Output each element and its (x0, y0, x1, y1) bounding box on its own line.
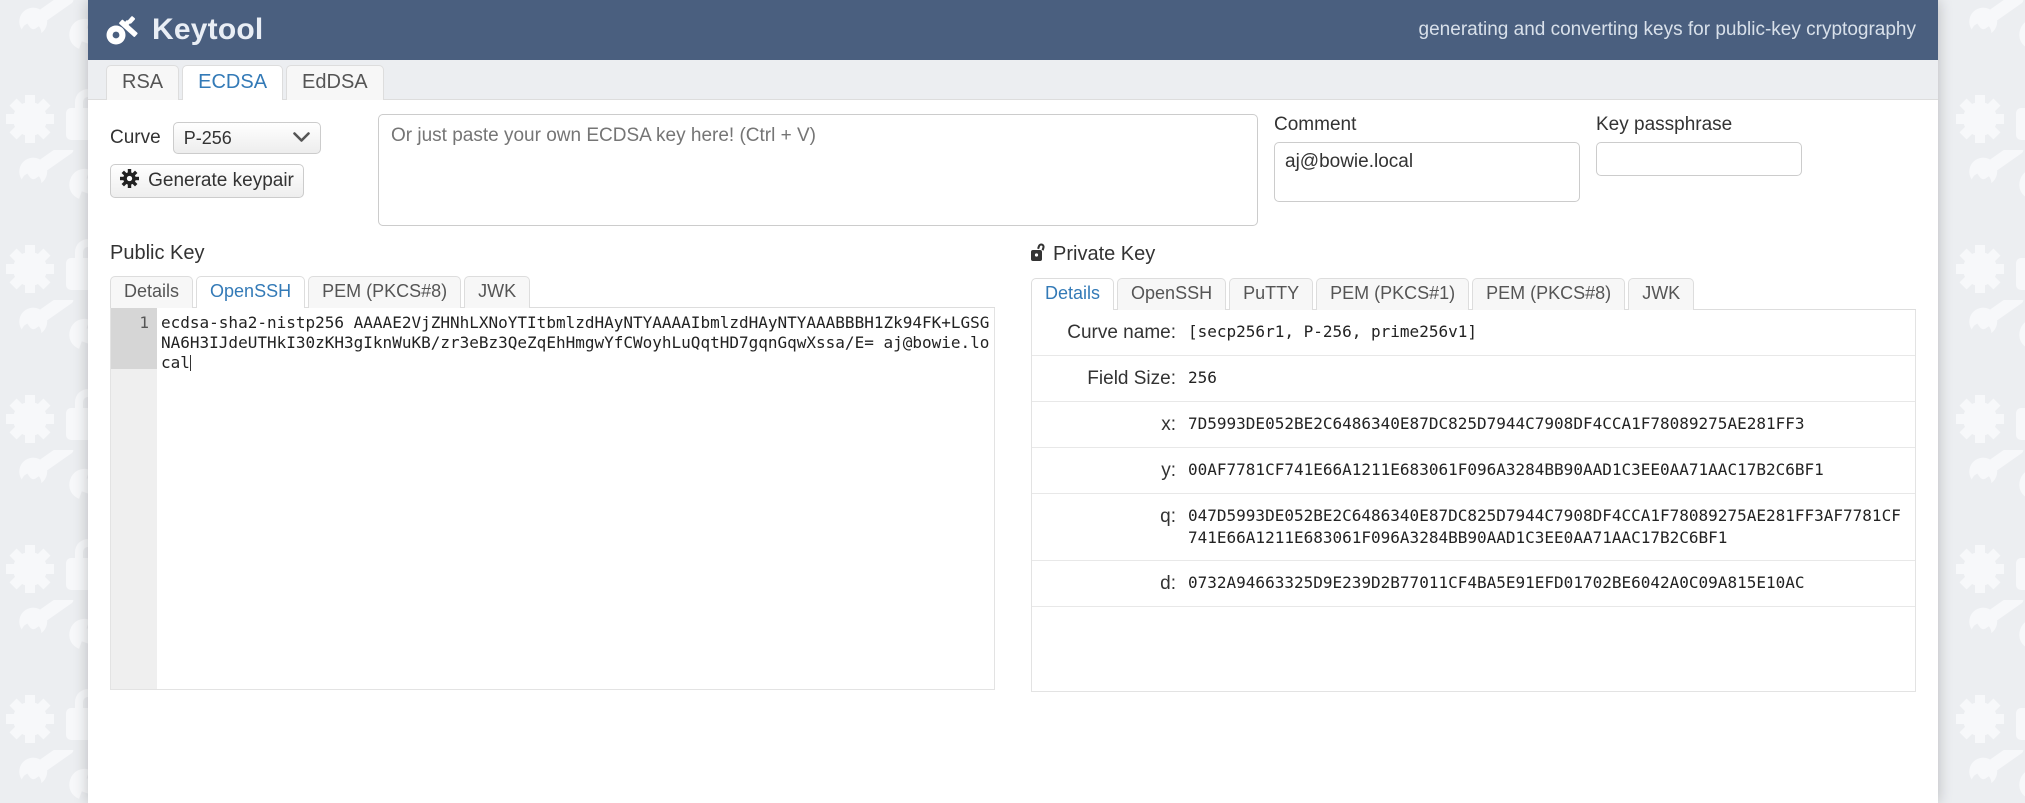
private-tab-details[interactable]: Details (1031, 278, 1115, 310)
detail-value: [secp256r1, P-256, prime256v1] (1188, 322, 1477, 341)
app-header: Keytool generating and converting keys f… (88, 0, 1938, 60)
detail-key: y: (1161, 460, 1176, 481)
generation-controls-row: Curve P-256 Generate keypair Or just pas… (110, 114, 1916, 226)
public-key-text[interactable]: ecdsa-sha2-nistp256 AAAAE2VjZHNhLXNoYTIt… (157, 308, 994, 689)
public-key-title-label: Public Key (110, 242, 205, 264)
private-key-title-label: Private Key (1053, 243, 1156, 265)
comment-input[interactable] (1274, 142, 1580, 202)
public-key-value: ecdsa-sha2-nistp256 AAAAE2VjZHNhLXNoYTIt… (161, 313, 990, 372)
table-row: Curve name: [secp256r1, P-256, prime256v… (1032, 310, 1915, 356)
private-tab-jwk[interactable]: JWK (1628, 278, 1695, 310)
private-key-title: Private Key (1031, 242, 1916, 267)
curve-line: Curve P-256 (110, 122, 378, 154)
detail-value: 00AF7781CF741E66A1211E683061F096A3284BB9… (1188, 460, 1824, 479)
generate-keypair-button[interactable]: Generate keypair (110, 164, 304, 198)
table-row: Field Size: 256 (1032, 356, 1915, 402)
text-caret (189, 355, 191, 371)
table-row: d: 0732A94663325D9E239D2B77011CF4BA5E91E… (1032, 561, 1915, 607)
key-icon (106, 15, 140, 45)
comment-field-group: Comment (1274, 114, 1580, 207)
brand: Keytool (106, 13, 263, 47)
public-key-tabs: Details OpenSSH PEM (PKCS#8) JWK (110, 275, 995, 308)
generate-keypair-label: Generate keypair (148, 170, 294, 191)
editor-gutter: 1 (111, 308, 157, 689)
chevron-down-icon (292, 130, 310, 146)
table-row: y: 00AF7781CF741E66A1211E683061F096A3284… (1032, 448, 1915, 494)
detail-key: q: (1160, 506, 1176, 527)
comment-label: Comment (1274, 114, 1357, 135)
detail-value: 0732A94663325D9E239D2B77011CF4BA5E91EFD0… (1188, 573, 1805, 592)
tab-eddsa[interactable]: EdDSA (286, 65, 384, 100)
tab-ecdsa[interactable]: ECDSA (182, 65, 284, 100)
private-key-tabs: Details OpenSSH PuTTY PEM (PKCS#1) PEM (… (1031, 277, 1916, 310)
tab-rsa[interactable]: RSA (106, 65, 180, 100)
private-key-pane: Private Key Details OpenSSH PuTTY PEM (P… (1031, 242, 1916, 692)
public-tab-details[interactable]: Details (110, 276, 194, 308)
private-tab-pem-pkcs1[interactable]: PEM (PKCS#1) (1316, 278, 1470, 310)
algorithm-tabs: RSA ECDSA EdDSA (88, 60, 1938, 100)
detail-value: 047D5993DE052BE2C6486340E87DC825D7944C79… (1188, 506, 1901, 547)
public-tab-jwk[interactable]: JWK (464, 276, 531, 308)
detail-value: 7D5993DE052BE2C6486340E87DC825D7944C7908… (1188, 414, 1805, 433)
table-row: x: 7D5993DE052BE2C6486340E87DC825D7944C7… (1032, 402, 1915, 448)
passphrase-input[interactable] (1596, 142, 1802, 176)
detail-key: Field Size: (1087, 368, 1176, 389)
curve-select[interactable]: P-256 (172, 122, 321, 154)
app-title: Keytool (152, 13, 264, 46)
curve-block: Curve P-256 Generate keypair (110, 114, 378, 198)
detail-key: d: (1160, 573, 1176, 594)
keys-row: Public Key Details OpenSSH PEM (PKCS#8) … (110, 242, 1916, 692)
public-tab-pem-pkcs8[interactable]: PEM (PKCS#8) (308, 276, 462, 308)
private-tab-putty[interactable]: PuTTY (1229, 278, 1314, 310)
private-tab-openssh[interactable]: OpenSSH (1117, 278, 1227, 310)
private-key-details-table: Curve name: [secp256r1, P-256, prime256v… (1031, 310, 1916, 692)
public-key-editor[interactable]: 1 ecdsa-sha2-nistp256 AAAAE2VjZHNhLXNoYT… (110, 308, 995, 690)
table-row: q: 047D5993DE052BE2C6486340E87DC825D7944… (1032, 494, 1915, 561)
passphrase-field-group: Key passphrase (1596, 114, 1802, 176)
public-key-title: Public Key (110, 242, 995, 265)
detail-key: x: (1161, 414, 1176, 435)
app-tagline: generating and converting keys for publi… (1418, 19, 1916, 40)
paste-key-textarea[interactable] (378, 114, 1258, 226)
curve-select-value: P-256 (183, 127, 232, 148)
app-window: Keytool generating and converting keys f… (88, 0, 1938, 803)
passphrase-label: Key passphrase (1596, 114, 1733, 135)
line-number: 1 (111, 308, 157, 369)
private-tab-pem-pkcs8[interactable]: PEM (PKCS#8) (1472, 278, 1626, 310)
public-key-pane: Public Key Details OpenSSH PEM (PKCS#8) … (110, 242, 995, 692)
gear-icon (120, 168, 140, 194)
detail-key: Curve name: (1067, 322, 1176, 343)
public-tab-openssh[interactable]: OpenSSH (196, 276, 306, 308)
unlock-icon (1031, 242, 1046, 267)
content-area: Curve P-256 Generate keypair Or just pas… (88, 100, 1938, 803)
curve-label: Curve (110, 127, 161, 148)
detail-value: 256 (1188, 368, 1217, 387)
